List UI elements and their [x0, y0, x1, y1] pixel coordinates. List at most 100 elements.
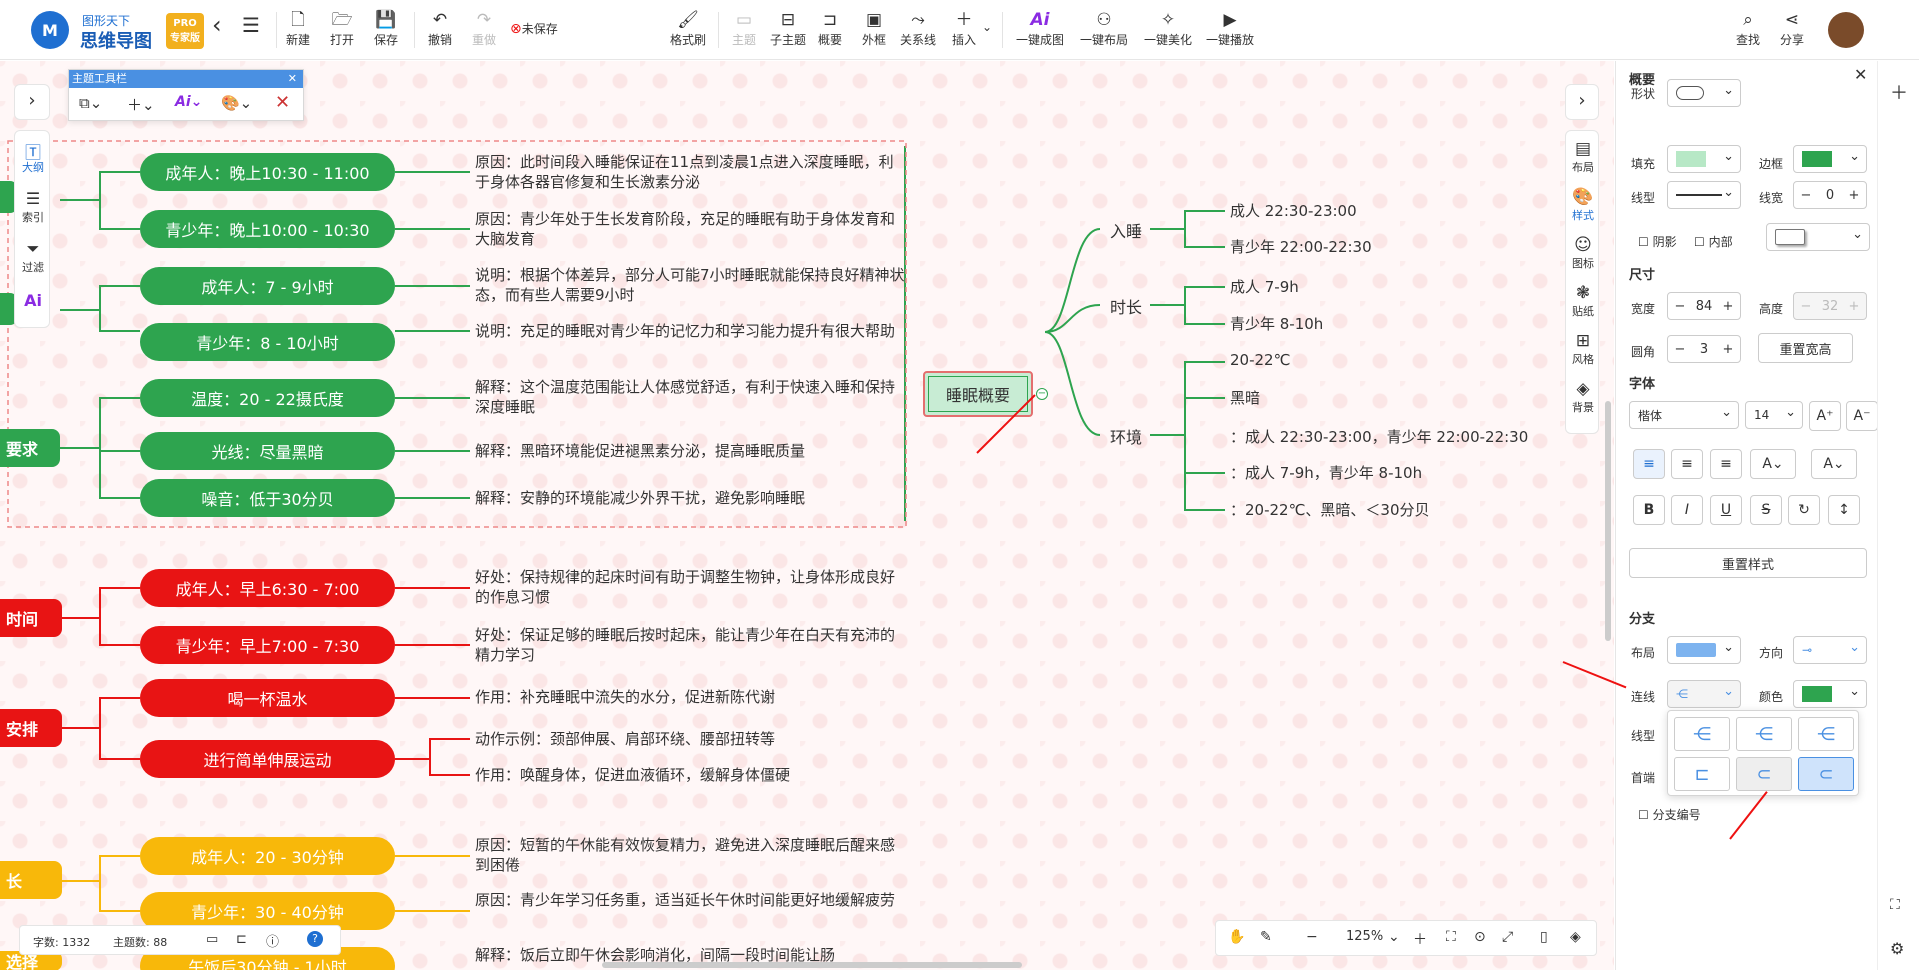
topic-description[interactable]: 原因：青少年学习任务重，适当延长午休时间能更好地缓解疲劳 — [475, 890, 905, 910]
zoom-out-icon[interactable]: − — [1306, 929, 1318, 945]
topic-node[interactable]: 喝一杯温水 — [140, 679, 395, 717]
line-style-option-tapered[interactable]: ⋲ — [1798, 717, 1854, 751]
save-button[interactable]: 💾 保存 — [374, 9, 398, 48]
theme-tab[interactable]: ⊞ 风格 — [1566, 331, 1600, 367]
branch-layout-select[interactable] — [1667, 636, 1741, 664]
right-leaf[interactable]: ：20-22℃、黑暗、＜30分贝 — [1230, 499, 1430, 520]
topic-node[interactable]: 温度：20 - 22摄氏度 — [140, 379, 395, 417]
insert-button[interactable]: ＋ 插入 — [952, 9, 976, 48]
close-icon[interactable]: ✕ — [1854, 65, 1867, 84]
info-icon[interactable]: ⓘ — [266, 931, 279, 950]
right-leaf[interactable]: 黑暗 — [1230, 387, 1260, 408]
topic-node[interactable]: 青少年：8 - 10小时 — [140, 323, 395, 361]
branch-number-checkbox[interactable]: ☐ 分支编号 — [1638, 806, 1701, 823]
filter-tab[interactable]: ⏷ 过滤 — [15, 239, 51, 275]
font-size-select[interactable]: 14 — [1745, 401, 1803, 429]
right-leaf[interactable]: 成人 7-9h — [1230, 276, 1299, 297]
reset-style-button[interactable]: 重置样式 — [1629, 548, 1867, 578]
find-button[interactable]: ⌕ 查找 — [1736, 9, 1760, 48]
decrease-font-icon[interactable]: A⁻ — [1846, 401, 1878, 431]
minus-icon[interactable]: − — [1668, 342, 1692, 357]
summary-button[interactable]: ⊐ 概要 — [818, 9, 842, 48]
copy-style-icon[interactable]: ⧉⌄ — [79, 94, 102, 112]
view-icon[interactable]: ⊏ — [236, 932, 247, 947]
font-color-icon[interactable]: A⌄ — [1750, 449, 1796, 479]
topic-description[interactable]: 解释：安静的环境能减少外界干扰，避免影响睡眠 — [475, 488, 905, 508]
right-leaf[interactable]: ：成人 22:30-23:00，青少年 22:00-22:30 — [1230, 426, 1528, 447]
ai-tab[interactable]: Ai — [15, 291, 51, 311]
width-stepper[interactable]: −84 + — [1667, 292, 1741, 320]
branch-line-select[interactable]: ⋲ — [1667, 680, 1741, 708]
palette-icon[interactable]: 🎨⌄ — [221, 94, 252, 112]
align-right-icon[interactable]: ≡ — [1710, 449, 1742, 479]
topic-description[interactable]: 动作示例：颈部伸展、肩部环绕、腰部扭转等 — [475, 729, 905, 749]
pen-icon[interactable]: ✎ — [1260, 929, 1272, 945]
format-painter-button[interactable]: 🖌 格式刷 — [670, 9, 706, 48]
topic-node[interactable]: 青少年：早上7:00 - 7:30 — [140, 626, 395, 664]
topic-description[interactable]: 原因：此时间段入睡能保证在11点到凌晨1点进入深度睡眠，利于身体各器官修复和生长… — [475, 152, 905, 192]
expand-left-panel-icon[interactable]: › — [14, 84, 50, 120]
height-stepper[interactable]: −32 + — [1793, 292, 1867, 320]
strikethrough-icon[interactable]: S — [1750, 495, 1782, 525]
ai-play-button[interactable]: ▶ 一键播放 — [1206, 9, 1254, 48]
back-icon[interactable]: ‹ — [212, 13, 222, 37]
line-style-option-elbow[interactable]: ⊏ — [1674, 757, 1730, 791]
right-leaf[interactable]: 成人 22:30-23:00 — [1230, 200, 1357, 221]
shadow-style-select[interactable] — [1766, 223, 1870, 251]
shadow-checkbox[interactable]: ☐ 阴影 — [1638, 233, 1677, 250]
topic-node[interactable]: 噪音：低于30分贝 — [140, 479, 395, 517]
collapse-right-panel-icon[interactable]: › — [1565, 84, 1599, 120]
branch-direction-select[interactable]: ⊸ — [1793, 636, 1867, 664]
chevron-down-icon[interactable]: ⌄ — [1388, 929, 1400, 945]
topic-description[interactable]: 作用：唤醒身体，促进血液循环，缓解身体僵硬 — [475, 765, 905, 785]
line-type-select[interactable] — [1667, 181, 1741, 209]
relation-button[interactable]: ⤳ 关系线 — [900, 9, 936, 48]
ai-map-button[interactable]: Ai 一键成图 — [1016, 9, 1064, 48]
topic-node[interactable]: 成年人：晚上10:30 - 11:00 — [140, 153, 395, 191]
branch-environment[interactable]: 要求 — [0, 429, 60, 467]
screenshot-icon[interactable]: ⛶ — [1890, 897, 1900, 913]
plus-icon[interactable]: ＋ — [1890, 79, 1908, 105]
fit-screen-icon[interactable]: ⛶ — [1446, 929, 1456, 945]
sub-topic-button[interactable]: ⊟ 子主题 — [770, 9, 806, 48]
horizontal-scrollbar[interactable] — [602, 962, 1022, 968]
keyboard-icon[interactable]: ▭ — [206, 932, 218, 947]
avatar[interactable] — [1828, 12, 1864, 48]
branch-color-select[interactable] — [1793, 680, 1867, 708]
map-icon[interactable]: ▯ — [1540, 929, 1548, 945]
topic-node[interactable]: 成年人：7 - 9小时 — [140, 267, 395, 305]
ai-beautify-button[interactable]: ✧ 一键美化 — [1144, 9, 1192, 48]
increase-font-icon[interactable]: A⁺ — [1809, 401, 1841, 431]
help-icon[interactable]: ? — [307, 931, 323, 947]
vertical-scrollbar[interactable] — [1605, 401, 1611, 641]
menu-icon[interactable]: ☰ — [242, 14, 260, 36]
close-icon[interactable]: ✕ — [288, 70, 297, 88]
right-leaf[interactable]: 青少年 22:00-22:30 — [1230, 236, 1372, 257]
add-icon[interactable]: ＋⌄ — [127, 94, 155, 115]
line-width-stepper[interactable]: −0 + — [1793, 181, 1867, 209]
bold-icon[interactable]: B — [1633, 495, 1665, 525]
highlight-color-icon[interactable]: A⌄ — [1811, 449, 1857, 479]
layout-tab[interactable]: ▤ 布局 — [1566, 139, 1600, 175]
sticker-tab[interactable]: ❃ 贴纸 — [1566, 283, 1600, 319]
branch-nap[interactable]: 长 — [0, 861, 62, 899]
align-center-icon[interactable]: ≡ — [1671, 449, 1703, 479]
plus-icon[interactable]: + — [1842, 299, 1866, 314]
minus-icon[interactable]: − — [1794, 299, 1818, 314]
right-leaf[interactable]: ：成人 7-9h，青少年 8-10h — [1230, 462, 1422, 483]
open-button[interactable]: 🗁 打开 — [330, 9, 354, 48]
icon-tab[interactable]: ☺ 图标 — [1566, 235, 1600, 271]
style-tab[interactable]: 🎨 样式 — [1566, 187, 1600, 223]
right-branch-label[interactable]: 入睡 — [1110, 218, 1142, 242]
zoom-level[interactable]: 125% — [1346, 929, 1383, 944]
inner-checkbox[interactable]: ☐ 内部 — [1694, 233, 1733, 250]
shape-select[interactable] — [1667, 79, 1741, 107]
topic-description[interactable]: 说明：根据个体差异，部分人可能7小时睡眠就能保持良好精神状态，而有些人需要9小时 — [475, 265, 905, 305]
text-direction-icon[interactable]: ↕ — [1828, 495, 1860, 525]
topic-description[interactable]: 原因：青少年处于生长发育阶段，充足的睡眠有助于身体发育和大脑发育 — [475, 209, 905, 249]
topic-node[interactable]: 进行简单伸展运动 — [140, 740, 395, 778]
topic-node[interactable]: 青少年：晚上10:00 - 10:30 — [140, 210, 395, 248]
plus-icon[interactable]: + — [1716, 342, 1740, 357]
topic-description[interactable]: 好处：保证足够的睡眠后按时起床，能让青少年在白天有充沛的精力学习 — [475, 625, 905, 665]
undo-button[interactable]: ↶ 撤销 — [428, 9, 452, 48]
